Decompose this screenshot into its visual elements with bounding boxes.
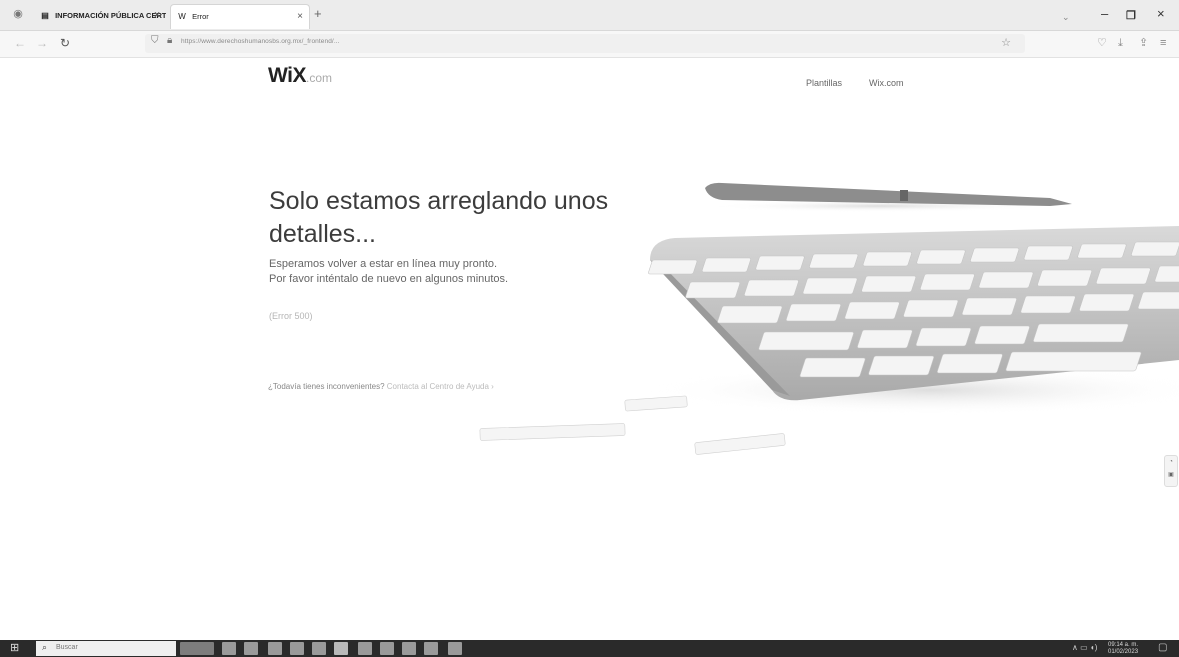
address-bar[interactable]: ⛉ 🔒︎ https://www.derechoshumanosbs.org.m… — [145, 34, 1025, 53]
pocket-icon[interactable]: ♡ — [1097, 36, 1107, 50]
tab-informacion-publica[interactable]: ▤ INFORMACIÓN PÚBLICA CERT × — [34, 4, 166, 28]
download-icon[interactable]: ⤓ — [1118, 36, 1123, 50]
taskbar-app-icon[interactable] — [358, 642, 372, 655]
search-icon: ⌕ — [42, 642, 48, 652]
new-tab-button[interactable]: + — [314, 6, 322, 22]
search-placeholder[interactable]: Buscar — [56, 644, 78, 651]
wix-logo[interactable]: WiX.com — [268, 64, 332, 88]
side-widget[interactable]: ◔ ▣ — [1164, 455, 1178, 487]
extensions-icon[interactable]: ⇪ — [1139, 36, 1148, 50]
bookmark-star-icon[interactable]: ☆ — [1001, 36, 1011, 49]
taskbar-app-icon[interactable] — [290, 642, 304, 655]
clock-date: 01/02/2023 — [1108, 649, 1139, 655]
taskbar-app-icon[interactable] — [380, 642, 394, 655]
firefox-taskbar-icon[interactable] — [334, 642, 348, 655]
browser-menu-icon[interactable]: ◉ — [12, 8, 24, 20]
taskbar-app-icon[interactable] — [448, 642, 462, 655]
close-icon[interactable]: × — [297, 5, 303, 29]
tab-error[interactable]: W Error × — [170, 4, 310, 29]
windows-taskbar: ⊞ ⌕ Buscar ∧ ▭ ◖) 09:14 a. m. 01/02/2023… — [0, 640, 1179, 657]
pen-shape — [705, 182, 1072, 212]
nav-link-templates[interactable]: Plantillas — [806, 78, 842, 88]
close-icon[interactable]: × — [154, 4, 160, 28]
maximize-button[interactable]: ❐ — [1126, 8, 1136, 24]
system-tray-icons[interactable]: ∧ ▭ ◖) — [1072, 643, 1097, 652]
hamburger-menu-icon[interactable]: ≡ — [1160, 36, 1166, 50]
keyboard-pen-illustration — [479, 182, 1179, 455]
widget-icon-bottom[interactable]: ▣ — [1165, 469, 1177, 482]
reload-icon[interactable]: ↻ — [60, 35, 70, 51]
task-view-icon[interactable] — [222, 642, 236, 655]
url-text[interactable]: https://www.derechoshumanosbs.org.mx/_fr… — [181, 38, 340, 45]
logo-brand: WiX — [268, 64, 306, 87]
file-explorer-icon[interactable] — [268, 642, 282, 655]
logo-suffix: .com — [305, 71, 332, 85]
error-code: (Error 500) — [269, 311, 313, 321]
clock-time: 09:14 a. m. — [1108, 642, 1139, 648]
document-icon: ▤ — [41, 11, 49, 20]
nav-link-wixcom[interactable]: Wix.com — [869, 78, 904, 88]
taskbar-app-icon[interactable] — [402, 642, 416, 655]
taskbar-search[interactable]: ⌕ Buscar — [36, 641, 176, 656]
windows-start-icon[interactable]: ⊞ — [10, 642, 19, 655]
taskbar-app-icon[interactable] — [244, 642, 258, 655]
help-question: ¿Todavía tienes inconvenientes? — [268, 382, 385, 391]
navigation-toolbar: ← → ↻ ⛉ 🔒︎ https://www.derechoshumanosbs… — [0, 31, 1179, 58]
taskbar-app-icon[interactable] — [424, 642, 438, 655]
forward-arrow-icon[interactable]: → — [36, 35, 48, 51]
shield-icon[interactable]: ⛉ — [151, 35, 159, 46]
tab-label: INFORMACIÓN PÚBLICA CERT — [55, 11, 166, 20]
keyboard-shape — [648, 226, 1179, 415]
taskbar-clock[interactable]: 09:14 a. m. 01/02/2023 — [1108, 642, 1138, 656]
taskbar-app-icon[interactable] — [312, 642, 326, 655]
minimize-button[interactable]: – — [1101, 6, 1108, 22]
widget-icon-top[interactable]: ◔ — [1165, 456, 1177, 469]
back-arrow-icon[interactable]: ← — [14, 35, 26, 51]
notification-icon[interactable]: ▢ — [1158, 642, 1167, 653]
browser-tab-strip: ◉ ▤ INFORMACIÓN PÚBLICA CERT × W Error ×… — [0, 0, 1179, 31]
lock-icon[interactable]: 🔒︎ — [167, 35, 172, 46]
wix-icon: W — [178, 12, 186, 21]
taskbar-weather-widget[interactable] — [180, 642, 214, 655]
chevron-down-icon[interactable]: ⌄ — [1062, 9, 1070, 25]
close-window-button[interactable]: × — [1157, 6, 1165, 22]
tab-label: Error — [192, 12, 209, 21]
